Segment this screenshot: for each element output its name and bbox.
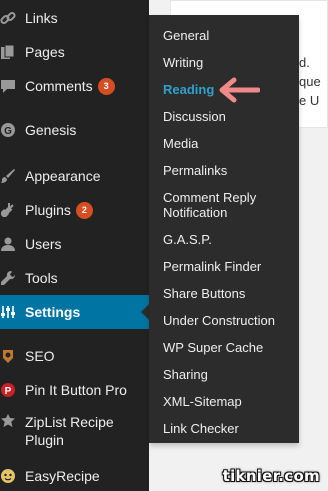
submenu-item-wp-super-cache[interactable]: WP Super Cache [163,340,263,355]
sidebar-item-ziplist-recipe-plugin[interactable]: ZipList Recipe Plugin [0,407,149,451]
content-text-line: e U [299,93,320,108]
submenu-item-media[interactable]: Media [163,136,198,151]
paintbrush-icon [0,168,16,184]
admin-sidebar: Links Pages Comments 3 G Genesis Appeara… [0,0,149,491]
sidebar-item-label: EasyRecipe [25,468,100,484]
sidebar-item-appearance[interactable]: Appearance [0,159,149,193]
submenu-item-reading[interactable]: Reading [163,82,214,97]
content-text-line: que [299,74,321,89]
genesis-icon: G [0,122,16,138]
svg-text:G: G [4,126,12,137]
sidebar-item-pin-it-button-pro[interactable]: P Pin It Button Pro [0,373,149,407]
sidebar-item-tools[interactable]: Tools [0,261,149,295]
link-icon [0,10,16,26]
submenu-item-gasp[interactable]: G.A.S.P. [163,232,212,247]
ziplist-icon [0,413,16,429]
sidebar-item-label: SEO [25,348,55,364]
sidebar-item-label: Links [25,10,58,26]
comments-count-badge: 3 [97,77,115,95]
sidebar-item-label: Tools [25,270,58,286]
submenu-item-general[interactable]: General [163,28,209,43]
content-text-line: d. [299,55,310,70]
sidebar-item-label: Pin It Button Pro [25,382,127,398]
sidebar-item-easyrecipe[interactable]: EasyRecipe [0,459,149,491]
sidebar-item-links[interactable]: Links [0,1,149,35]
watermark: tiknier.com [222,467,320,485]
sidebar-item-comments[interactable]: Comments 3 [0,69,149,103]
plugin-icon [0,202,16,218]
sidebar-item-pages[interactable]: Pages [0,35,149,69]
sidebar-item-plugins[interactable]: Plugins 2 [0,193,149,227]
submenu-item-link-checker[interactable]: Link Checker [163,421,239,436]
user-icon [0,236,16,252]
sidebar-item-label: Pages [25,44,65,60]
sidebar-item-seo[interactable]: SEO [0,339,149,373]
sidebar-item-genesis[interactable]: G Genesis [0,113,149,147]
sidebar-item-settings[interactable]: Settings [0,295,149,329]
annotation-arrow-icon [219,77,260,103]
submenu-item-writing[interactable]: Writing [163,55,203,70]
plugins-update-badge: 2 [75,201,93,219]
settings-sliders-icon [0,304,16,320]
sidebar-item-label: Appearance [25,168,101,184]
submenu-item-sharing[interactable]: Sharing [163,367,208,382]
svg-text:P: P [5,386,12,397]
sidebar-item-label: Users [25,236,62,252]
seo-icon [0,348,16,364]
sidebar-item-users[interactable]: Users [0,227,149,261]
submenu-item-under-construction[interactable]: Under Construction [163,313,275,328]
sidebar-item-label: Genesis [25,122,77,138]
submenu-item-comment-reply-notification[interactable]: Comment Reply Notification [163,190,288,220]
sidebar-item-label: Comments [25,78,93,94]
comment-icon [0,78,16,94]
submenu-item-discussion[interactable]: Discussion [163,109,226,124]
submenu-item-permalink-finder[interactable]: Permalink Finder [163,259,261,274]
sidebar-item-label: Plugins [25,202,71,218]
pages-icon [0,44,16,60]
submenu-item-permalinks[interactable]: Permalinks [163,163,227,178]
wrench-icon [0,270,16,286]
sidebar-item-label: ZipList Recipe Plugin [25,414,114,448]
submenu-item-share-buttons[interactable]: Share Buttons [163,286,245,301]
submenu-item-xml-sitemap[interactable]: XML-Sitemap [163,394,242,409]
pinterest-icon: P [0,382,16,398]
easyrecipe-icon [0,468,16,484]
sidebar-item-label: Settings [25,304,81,320]
